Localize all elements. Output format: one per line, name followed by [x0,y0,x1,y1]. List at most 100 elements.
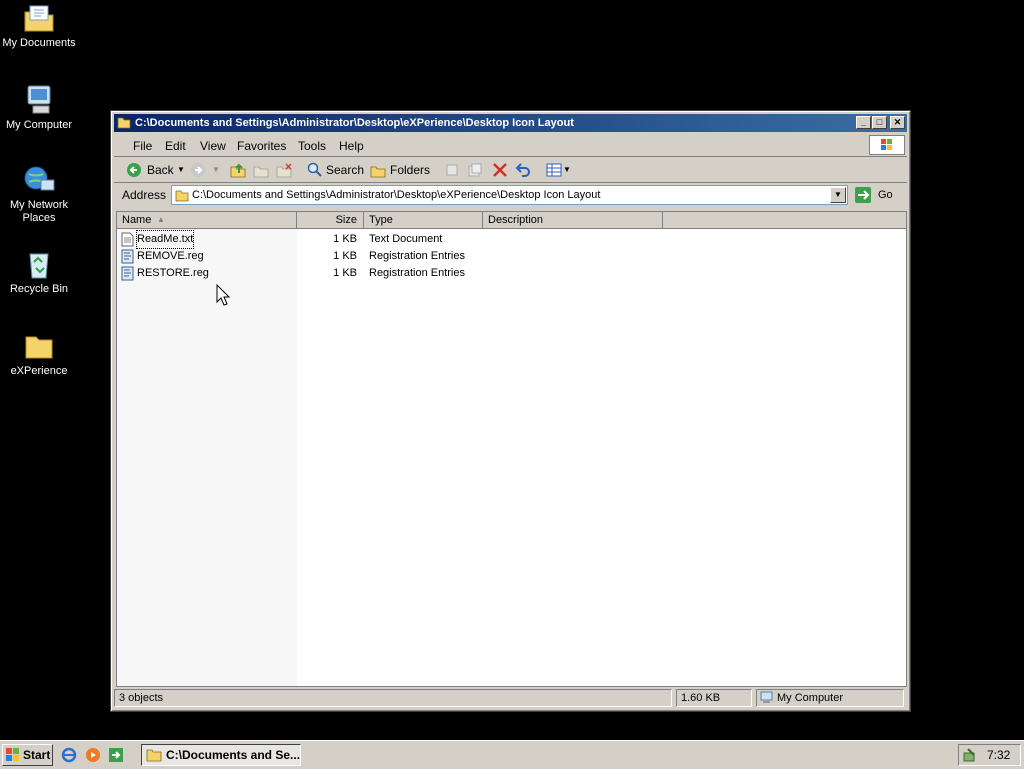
folder-icon [146,749,162,762]
network-tray-icon[interactable] [962,747,978,763]
desktop-icon-recycle-bin[interactable]: Recycle Bin [0,248,78,296]
my-computer-icon [760,691,773,703]
chevron-down-icon[interactable]: ▼ [177,161,185,179]
folder-icon [117,117,131,129]
mouse-cursor-icon [216,284,230,306]
table-row[interactable]: REMOVE.reg 1 KB Registration Entries [117,248,906,265]
delete-icon[interactable] [492,161,508,179]
registry-file-icon [121,249,134,264]
views-button[interactable]: ▼ [544,161,572,179]
menu-edit[interactable]: Edit [165,139,186,153]
move-to-folder-icon[interactable] [444,161,460,179]
desktop-icon-my-network-places[interactable]: My Network Places [0,164,78,225]
status-location-label: My Computer [777,692,844,704]
move-to-icon[interactable] [253,161,269,179]
folders-button[interactable]: Folders [368,161,431,179]
text-file-icon [121,232,134,247]
column-header-type[interactable]: Type [364,212,483,229]
back-button[interactable]: Back ▼ [126,161,185,179]
menu-tools[interactable]: Tools [298,139,326,153]
column-header-description[interactable]: Description [483,212,663,229]
views-icon [546,163,562,177]
delete-folder-icon[interactable] [276,161,292,179]
menu-view[interactable]: View [200,139,226,153]
name-column-highlight [117,229,297,686]
windows-logo-icon [6,748,19,761]
undo-icon[interactable] [515,161,531,179]
file-list: Name ▲ Size Type Description ReadMe.txt … [116,211,907,687]
go-button[interactable]: Go [852,185,902,205]
search-label: Search [326,163,365,177]
folders-icon [370,166,386,178]
table-row[interactable]: ReadMe.txt 1 KB Text Document [117,230,906,249]
desktop-icon-label: eXPerience [10,365,68,377]
column-label: Type [369,214,393,226]
go-label: Go [878,189,893,201]
internet-explorer-icon[interactable] [61,747,77,763]
menu-help[interactable]: Help [339,139,364,153]
up-folder-icon[interactable] [230,161,246,179]
desktop-icon-my-documents[interactable]: My Documents [0,2,78,50]
taskbar-window-button[interactable]: C:\Documents and Se... [141,744,301,766]
network-places-icon [24,166,55,191]
search-button[interactable]: Search [304,161,364,179]
menu-favorites[interactable]: Favorites [237,139,286,153]
status-bar: 3 objects 1.60 KB My Computer [114,688,907,708]
column-header-size[interactable]: Size [297,212,364,229]
file-size: 1 KB [333,250,357,262]
copy-to-folder-icon[interactable] [467,161,483,179]
menu-file[interactable]: File [133,139,152,153]
close-button[interactable]: ✕ [890,116,905,129]
column-label: Description [488,214,544,226]
desktop-icon-label: My Computer [5,119,73,131]
start-label: Start [23,748,51,762]
column-label: Name [122,214,152,226]
maximize-button[interactable]: □ [872,116,887,129]
back-arrow-icon [127,163,141,177]
chevron-down-icon[interactable]: ▼ [563,161,571,179]
file-type: Text Document [369,233,443,245]
taskbar: Start C:\Documents and Se... 7:32 [0,740,1024,769]
desktop-icon-label: My Documents [2,37,76,49]
folder-icon [25,336,53,359]
recycle-bin-icon [29,253,49,279]
clock[interactable]: 7:32 [987,748,1010,762]
column-header-name[interactable]: Name ▲ [117,212,297,229]
chevron-down-icon[interactable]: ▼ [212,161,220,179]
menu-bar: File Edit View Favorites Tools Help [114,134,907,157]
address-label: Address [122,188,167,202]
file-name: RESTORE.reg [137,267,209,279]
forward-button[interactable]: ▼ [190,161,220,179]
folder-icon [175,190,189,202]
desktop-icon-my-computer[interactable]: My Computer [0,84,78,132]
folders-label: Folders [390,163,431,177]
file-size: 1 KB [333,233,357,245]
sort-ascending-icon: ▲ [157,215,165,224]
address-input[interactable]: C:\Documents and Settings\Administrator\… [171,185,848,205]
column-header-filler [663,212,906,229]
chevron-down-icon: ▼ [834,190,842,199]
toolbar: Back ▼ ▼ Search Folders ▼ [114,158,907,183]
file-name: REMOVE.reg [137,250,204,262]
file-size: 1 KB [333,267,357,279]
file-type: Registration Entries [369,267,465,279]
start-button[interactable]: Start [2,744,53,766]
media-player-icon[interactable] [85,747,101,763]
status-location: My Computer [756,689,904,707]
desktop-icon-label: Recycle Bin [9,283,69,295]
address-dropdown-button[interactable]: ▼ [830,187,846,203]
minimize-button[interactable]: _ [856,116,871,129]
go-arrow-icon [855,187,871,203]
show-desktop-icon[interactable] [108,747,124,763]
my-documents-icon [24,5,54,32]
system-tray: 7:32 [958,744,1021,766]
taskbar-window-label: C:\Documents and Se... [166,748,301,762]
table-row[interactable]: RESTORE.reg 1 KB Registration Entries [117,265,906,282]
desktop-icon-experience[interactable]: eXPerience [0,330,78,378]
window-title: C:\Documents and Settings\Administrator\… [135,117,574,129]
title-bar[interactable]: C:\Documents and Settings\Administrator\… [114,114,907,132]
search-icon [307,162,322,177]
explorer-window: C:\Documents and Settings\Administrator\… [110,110,911,712]
column-label: Size [335,214,357,226]
registry-file-icon [121,266,134,281]
